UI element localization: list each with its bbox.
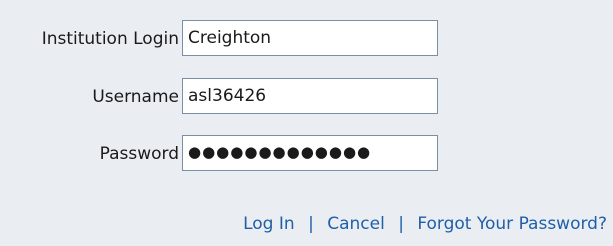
username-row: Username asl36426: [0, 78, 613, 116]
username-label: Username: [92, 87, 179, 107]
institution-login-label: Institution Login: [41, 29, 179, 49]
institution-login-input[interactable]: Creighton: [182, 20, 438, 56]
log-in-link[interactable]: Log In: [243, 214, 295, 234]
separator: |: [308, 214, 314, 234]
login-form: Institution Login Creighton Username asl…: [0, 0, 613, 246]
institution-row: Institution Login Creighton: [0, 20, 613, 58]
forgot-password-link[interactable]: Forgot Your Password?: [417, 214, 607, 234]
password-row: Password ●●●●●●●●●●●●●: [0, 135, 613, 173]
username-input[interactable]: asl36426: [182, 78, 438, 114]
cancel-link[interactable]: Cancel: [327, 214, 385, 234]
separator: |: [398, 214, 404, 234]
password-input[interactable]: ●●●●●●●●●●●●●: [182, 135, 438, 171]
password-label: Password: [99, 144, 179, 164]
form-actions: Log In | Cancel | Forgot Your Password?: [243, 210, 607, 238]
